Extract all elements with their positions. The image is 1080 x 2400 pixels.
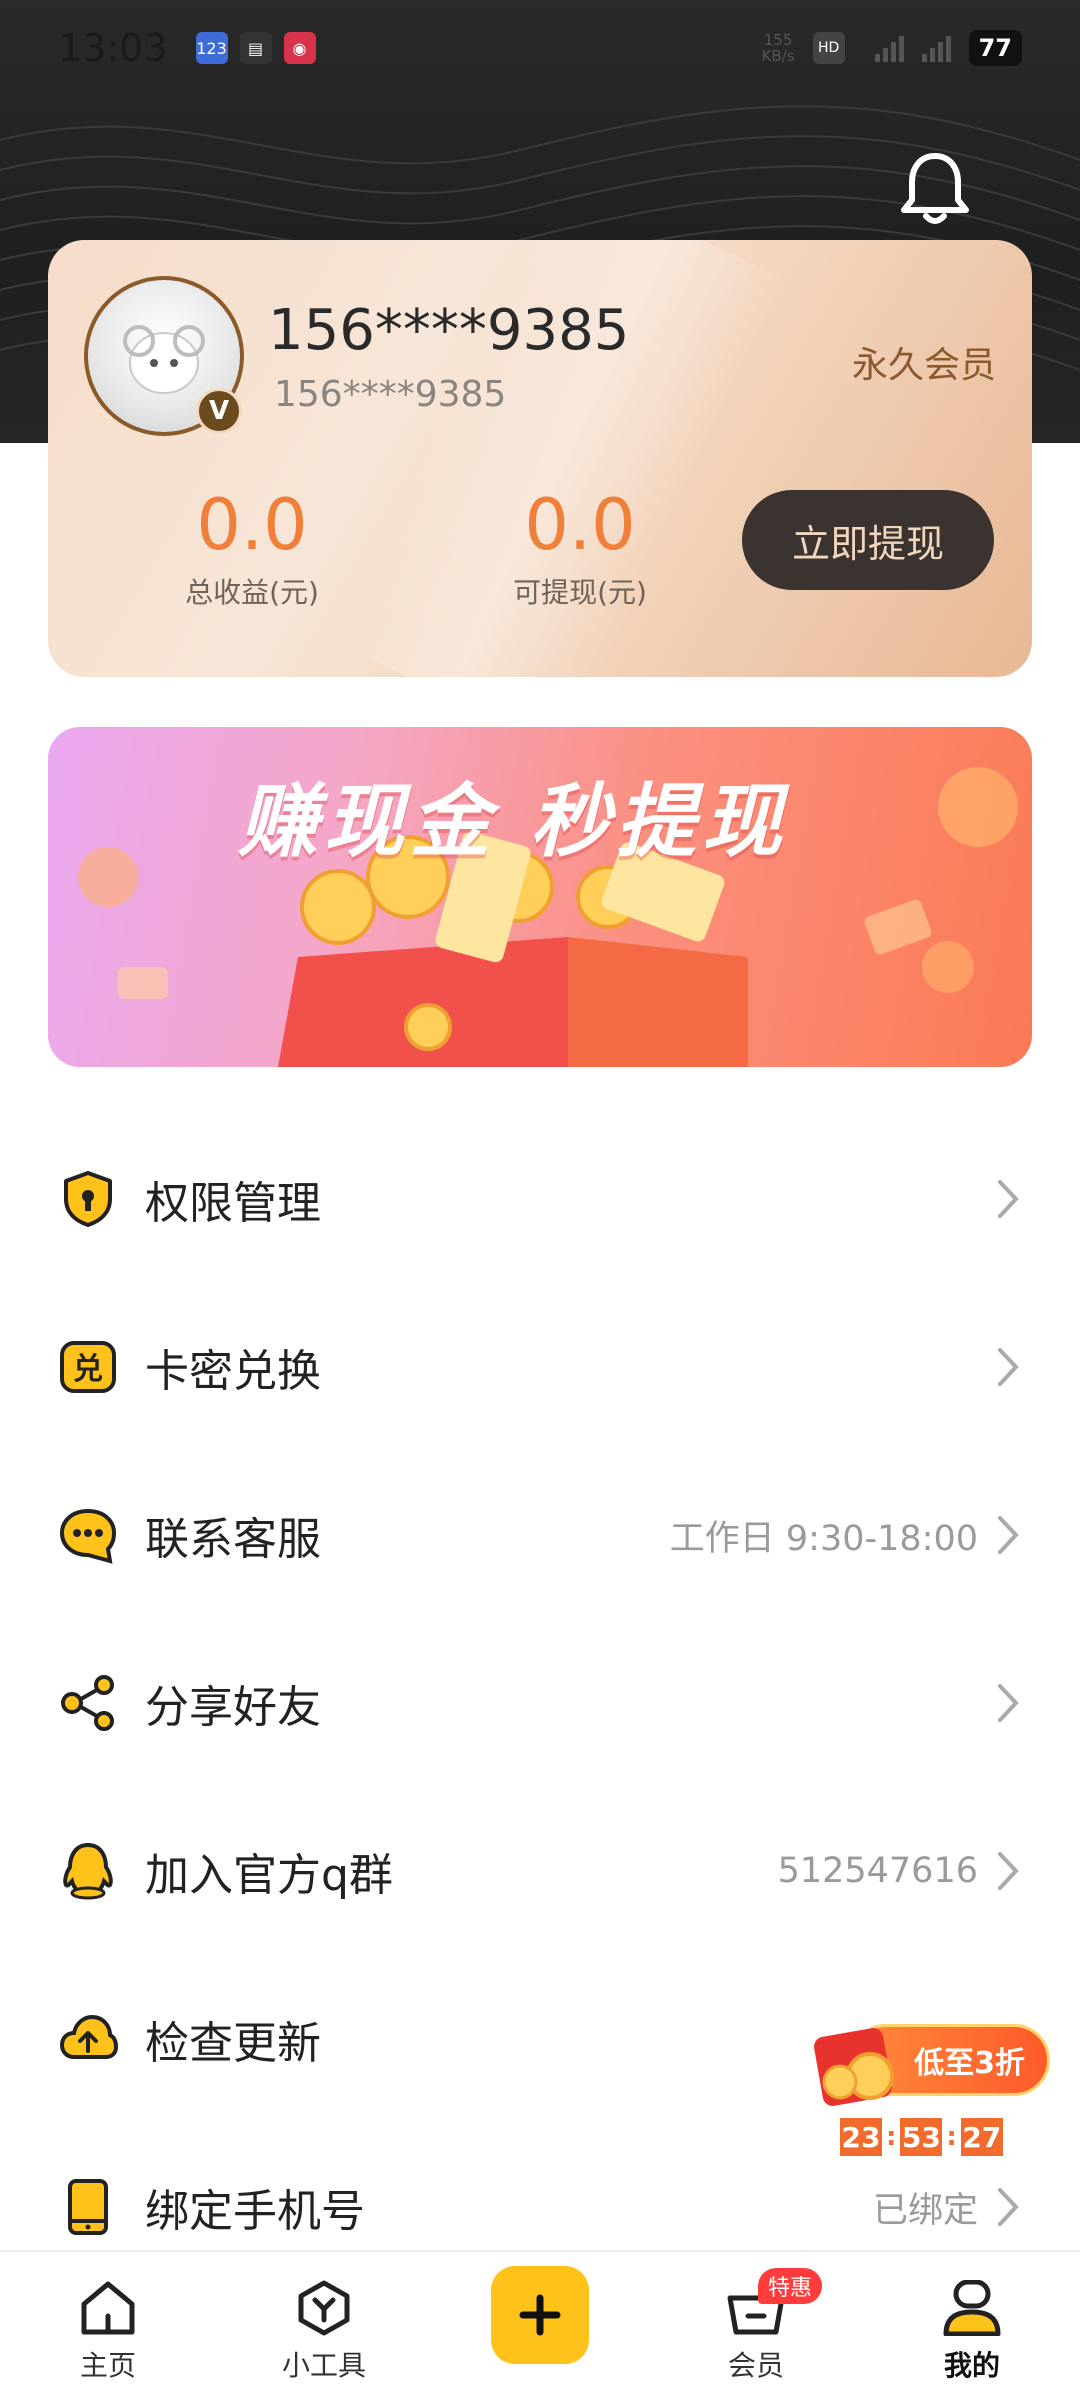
- tab-mine[interactable]: 我的: [892, 2252, 1052, 2400]
- add-button[interactable]: [491, 2266, 589, 2364]
- menu-label: 分享好友: [145, 1682, 321, 1733]
- tab-label: 会员: [727, 2349, 784, 2382]
- menu-item-qq-group[interactable]: 加入官方q群 512547616: [0, 1787, 1080, 1955]
- tab-label: 主页: [79, 2349, 136, 2382]
- red-envelope-coin-icon: [814, 2028, 894, 2106]
- bottom-tab-bar: 主页 小工具 会员 特惠 我的: [0, 2250, 1080, 2400]
- message-icon: ▤: [239, 32, 272, 64]
- tab-label: 小工具: [281, 2349, 366, 2382]
- profile-icon: [943, 2280, 1001, 2336]
- share-icon: [61, 1675, 114, 1731]
- promo-banner[interactable]: 赚现金 秒提现: [48, 727, 1032, 1067]
- signal-icon: [921, 34, 951, 62]
- chevron-right-icon: [998, 1516, 1019, 1554]
- qq-group-number: 512547616: [777, 1851, 978, 1891]
- svg-text:兑: 兑: [73, 1352, 103, 1387]
- plus-icon: [519, 2294, 561, 2336]
- signal-icon: [874, 34, 904, 62]
- chevron-right-icon: [998, 2188, 1019, 2226]
- tab-home[interactable]: 主页: [28, 2252, 188, 2400]
- menu-item-permissions[interactable]: 权限管理: [0, 1115, 1080, 1283]
- app-notification-icon: ◉: [283, 32, 316, 64]
- chevron-right-icon: [998, 1684, 1019, 1722]
- member-discount-badge: 特惠: [758, 2268, 823, 2304]
- network-speed: 155 KB/s: [761, 31, 795, 65]
- menu-label: 绑定手机号: [145, 2186, 365, 2237]
- keyboard-123-icon: 123: [195, 32, 228, 64]
- vip-badge-icon: V: [196, 388, 242, 434]
- countdown-hours: 23: [840, 2118, 882, 2156]
- user-phone-sub: 156****9385: [274, 374, 507, 415]
- menu-item-share[interactable]: 分享好友: [0, 1619, 1080, 1787]
- menu-item-card-redeem[interactable]: 兑 卡密兑换: [0, 1283, 1080, 1451]
- chevron-right-icon: [998, 1348, 1019, 1386]
- hd-icon: HD: [812, 32, 845, 64]
- menu-label: 权限管理: [145, 1178, 321, 1229]
- member-type-label: 永久会员: [851, 345, 996, 386]
- chevron-right-icon: [998, 1180, 1019, 1218]
- withdraw-button[interactable]: 立即提现: [742, 490, 994, 590]
- menu-label: 卡密兑换: [145, 1346, 321, 1397]
- phone-icon: [68, 2179, 108, 2235]
- countdown-seconds: 27: [960, 2118, 1003, 2156]
- withdrawable-amount: 0.0 可提现(元): [513, 484, 647, 609]
- menu-item-customer-service[interactable]: 联系客服 工作日 9:30-18:00: [0, 1451, 1080, 1619]
- countdown-minutes: 53: [900, 2118, 943, 2156]
- discount-promo-float[interactable]: 低至3折 23 : 53 : 27: [810, 2018, 1050, 2158]
- tab-label: 我的: [943, 2349, 1000, 2382]
- redeem-icon: 兑: [60, 1341, 116, 1393]
- status-time: 13:03: [58, 26, 168, 70]
- countdown-timer: 23 : 53 : 27: [840, 2118, 1003, 2156]
- tools-hexagon-icon: [298, 2280, 350, 2336]
- service-hours: 工作日 9:30-18:00: [669, 1518, 978, 1559]
- bind-status: 已绑定: [872, 2190, 978, 2231]
- chat-bubble-icon: [59, 1508, 117, 1564]
- total-income: 0.0 总收益(元): [185, 484, 319, 609]
- banner-title: 赚现金 秒提现: [238, 775, 788, 868]
- status-bar: 13:03 123 ▤ ◉ 155 KB/s HD 77: [0, 0, 1080, 96]
- menu-label: 检查更新: [145, 2018, 321, 2069]
- menu-label: 联系客服: [145, 1514, 321, 1565]
- qq-penguin-icon: [63, 1842, 113, 1900]
- user-phone: 156****9385: [268, 298, 630, 363]
- cloud-upload-icon: [59, 2014, 118, 2059]
- notification-bell-icon[interactable]: [900, 150, 970, 226]
- chevron-right-icon: [998, 1852, 1019, 1890]
- home-icon: [81, 2281, 135, 2335]
- shield-lock-icon: [64, 1171, 112, 1227]
- member-card: V 156****9385 156****9385 永久会员 0.0 总收益(元…: [48, 240, 1032, 677]
- tab-tools[interactable]: 小工具: [244, 2252, 404, 2400]
- battery-indicator: 77: [968, 30, 1022, 66]
- menu-label: 加入官方q群: [145, 1850, 393, 1901]
